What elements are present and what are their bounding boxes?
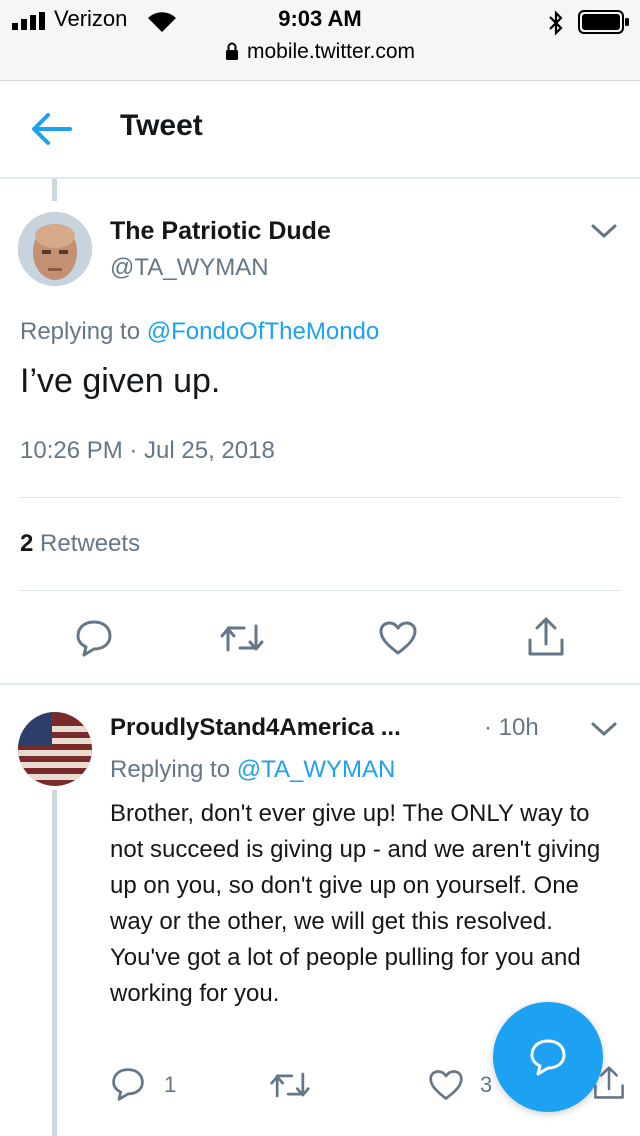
retweet-label: Retweets: [40, 530, 141, 557]
flag-photo: [18, 712, 92, 786]
replying-to: Replying to @FondoOfTheMondo: [20, 318, 379, 346]
tweet-timestamp[interactable]: 10:26 PM · Jul 25, 2018: [20, 437, 275, 465]
chevron-down-icon[interactable]: [590, 222, 618, 240]
reply-count: 1: [164, 1072, 177, 1097]
reply-time[interactable]: · 10h: [484, 714, 539, 742]
retweet-stats[interactable]: 2 Retweets: [20, 530, 140, 558]
bluetooth-icon: [549, 10, 563, 36]
like-icon[interactable]: [428, 1068, 464, 1102]
tweet-text: I’ve given up.: [20, 362, 221, 400]
url-text: mobile.twitter.com: [246, 40, 416, 63]
page-title: Tweet: [120, 109, 203, 142]
avatar[interactable]: [18, 212, 92, 286]
compose-reply-button[interactable]: [493, 1002, 603, 1112]
reply-icon[interactable]: [110, 1066, 146, 1102]
retweet-icon[interactable]: [218, 620, 266, 656]
battery-icon: [578, 10, 629, 34]
replying-prefix: Replying to: [110, 756, 237, 783]
share-icon[interactable]: [526, 616, 566, 658]
replying-to-link[interactable]: @TA_WYMAN: [237, 756, 396, 783]
address-bar[interactable]: mobile.twitter.com: [0, 40, 640, 64]
divider: [20, 497, 620, 498]
replying-to-link[interactable]: @FondoOfTheMondo: [147, 318, 380, 345]
clock: 9:03 AM: [278, 6, 362, 31]
chevron-down-icon[interactable]: [590, 720, 618, 738]
replying-prefix: Replying to: [20, 318, 147, 345]
reply-replying-to: Replying to @TA_WYMAN: [110, 756, 395, 784]
like-icon[interactable]: [378, 620, 418, 656]
thread-line: [52, 179, 57, 201]
retweet-icon[interactable]: [268, 1068, 312, 1102]
reply-avatar[interactable]: [18, 712, 92, 786]
compose-reply-icon: [530, 1039, 566, 1076]
back-arrow-icon[interactable]: [30, 109, 74, 149]
thread-line: [52, 790, 57, 1136]
status-bar: Verizon 9:03 AM mobile.twitter.com: [0, 0, 640, 81]
page-header: Tweet: [0, 81, 640, 179]
reply-author-name[interactable]: ProudlyStand4America ...: [110, 714, 401, 742]
author-name[interactable]: The Patriotic Dude: [110, 217, 331, 246]
divider: [0, 683, 640, 685]
reply-icon[interactable]: [74, 618, 114, 658]
author-handle[interactable]: @TA_WYMAN: [110, 254, 269, 282]
like-count: 3: [480, 1072, 493, 1097]
avatar-photo: [18, 212, 92, 286]
lock-icon: [225, 42, 238, 60]
retweet-count: 2: [20, 530, 34, 557]
reply-text: Brother, don't ever give up! The ONLY wa…: [110, 800, 601, 1007]
divider: [20, 590, 620, 591]
